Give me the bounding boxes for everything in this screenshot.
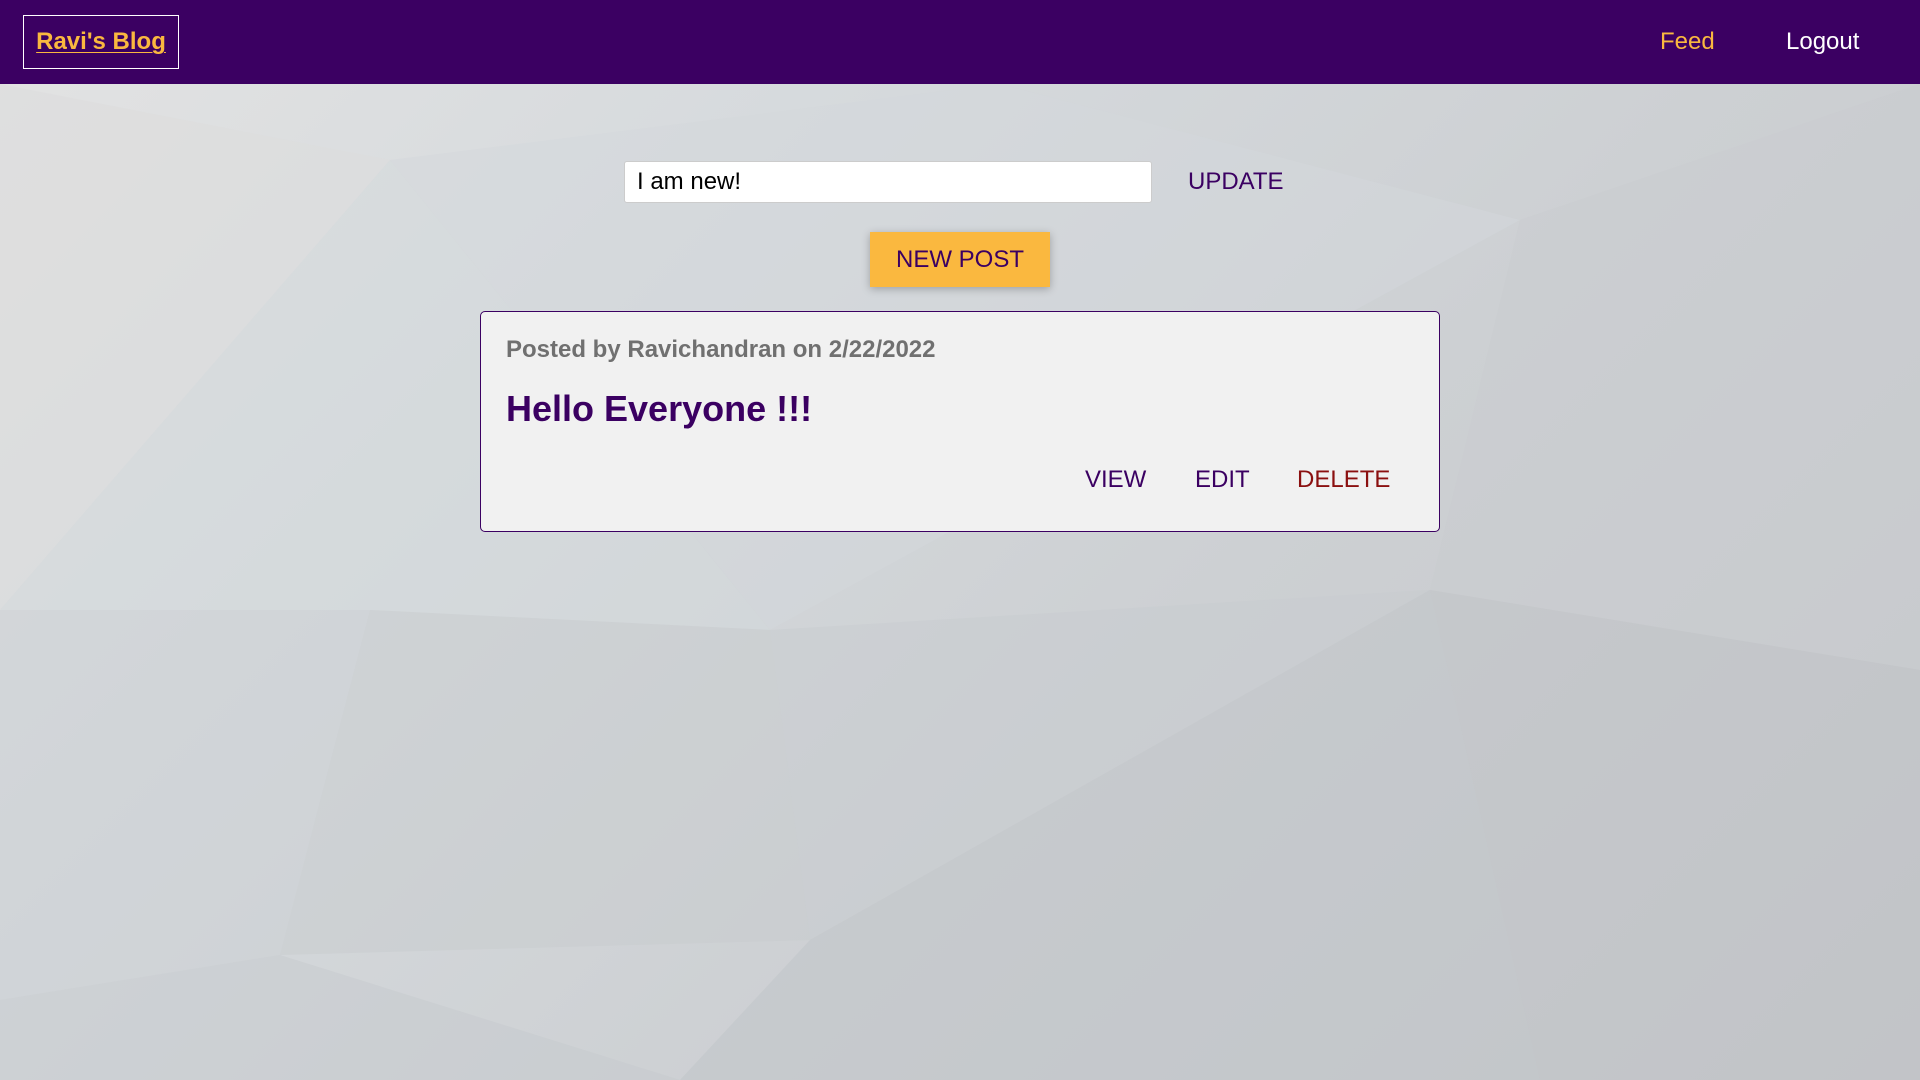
- status-input[interactable]: [624, 161, 1152, 203]
- update-status-button[interactable]: UPDATE: [1176, 161, 1296, 203]
- post-meta: Posted by Ravichandran on 2/22/2022: [506, 336, 936, 363]
- new-post-button[interactable]: NEW POST: [870, 232, 1050, 287]
- nav-feed-link[interactable]: Feed: [1660, 0, 1715, 84]
- delete-post-button[interactable]: DELETE: [1297, 466, 1390, 494]
- post-title: Hello Everyone !!!: [506, 388, 813, 429]
- brand-logo-link[interactable]: Ravi's Blog: [23, 15, 179, 69]
- main-content: UPDATE NEW POST Posted by Ravichandran o…: [0, 0, 1920, 1080]
- view-post-button[interactable]: VIEW: [1085, 466, 1146, 494]
- top-navbar: Ravi's Blog Feed Logout: [0, 0, 1920, 84]
- edit-post-button[interactable]: EDIT: [1195, 466, 1250, 494]
- nav-logout-link[interactable]: Logout: [1786, 0, 1859, 84]
- post-card: Posted by Ravichandran on 2/22/2022 Hell…: [480, 311, 1440, 532]
